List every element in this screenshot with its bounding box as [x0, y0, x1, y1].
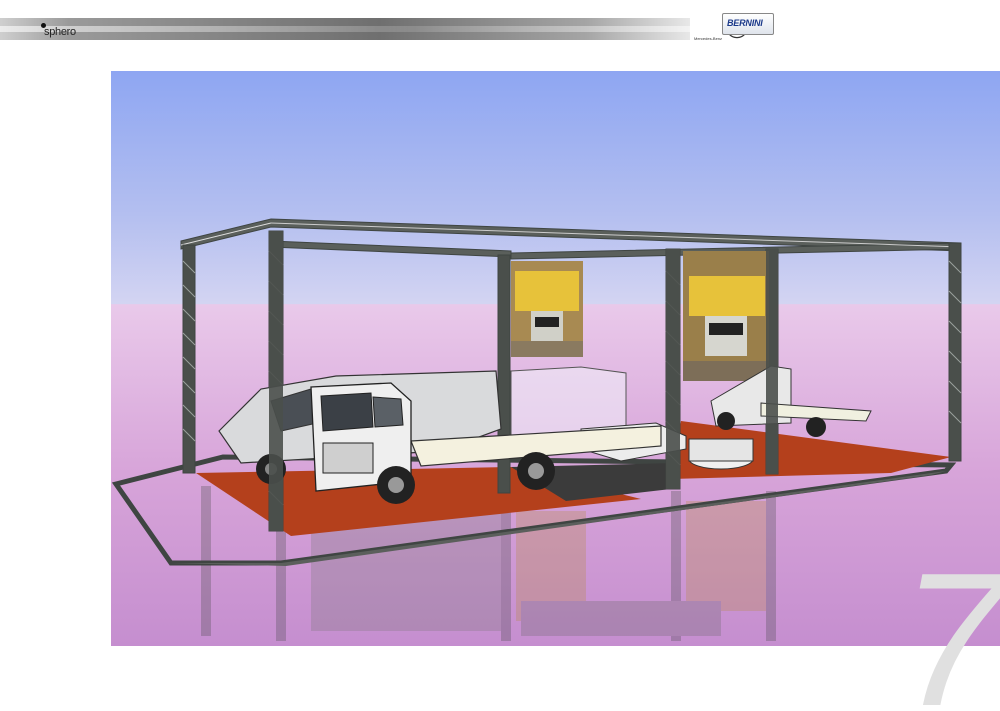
banner-right [683, 251, 769, 381]
brand-logo: sphero [41, 23, 76, 38]
bernini-logo-text: BERNINI [727, 18, 763, 28]
page-number-text: 7 [900, 560, 1000, 710]
header-gradient-bar [0, 18, 690, 40]
banner-left [511, 261, 583, 357]
reception-desk [688, 438, 754, 462]
page-number-seven: 7 [900, 560, 1000, 710]
brand-text: sphero [44, 26, 76, 38]
mercedes-caption: Mercedes-Benz [694, 36, 723, 41]
bernini-logo: BERNINI [722, 13, 774, 35]
stand-illustration [111, 218, 962, 641]
exhibition-stand-render [111, 71, 1000, 646]
brand-dot-icon [41, 23, 46, 28]
